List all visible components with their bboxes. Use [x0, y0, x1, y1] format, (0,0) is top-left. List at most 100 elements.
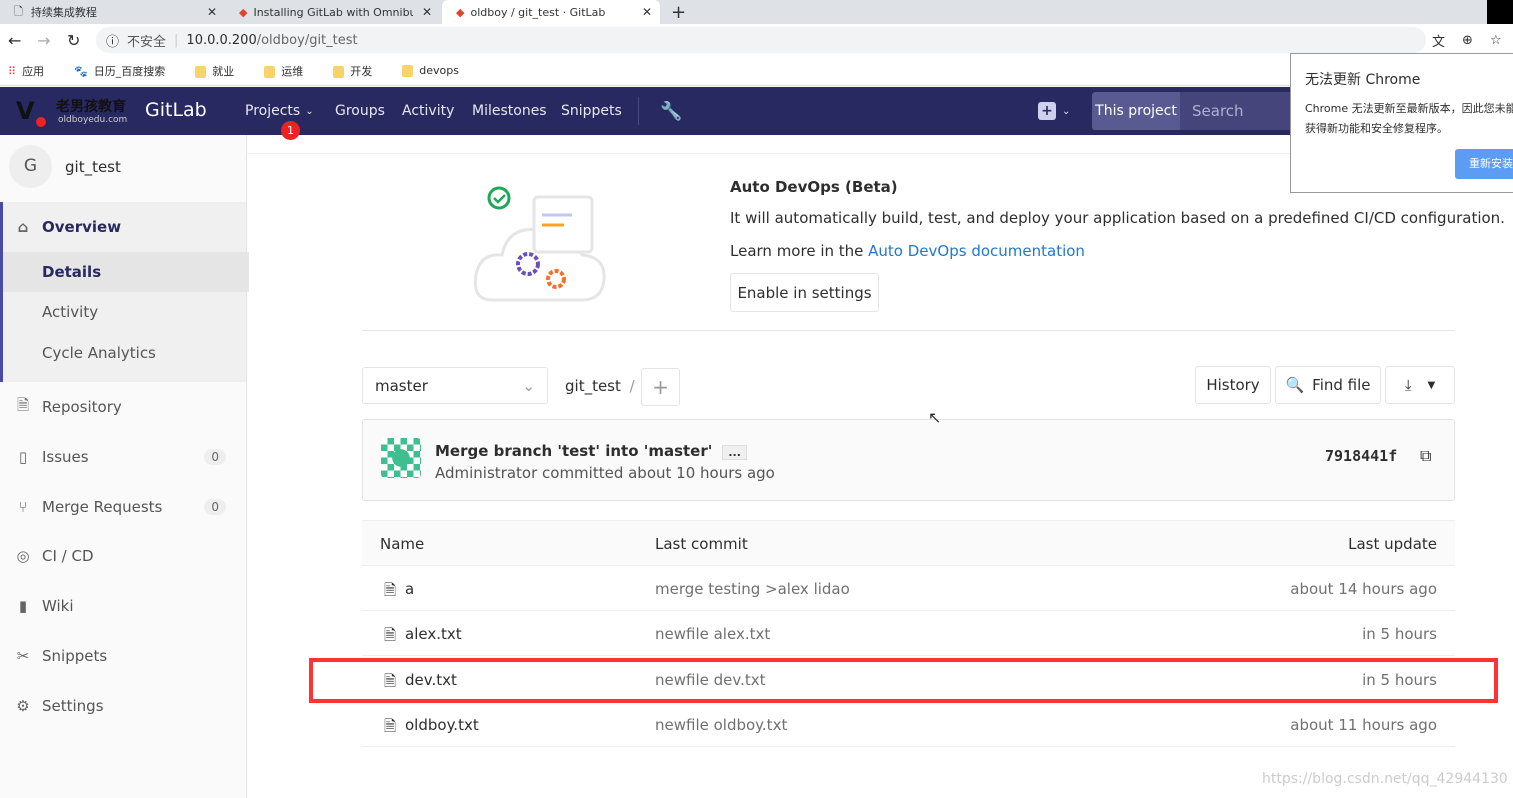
- table-row[interactable]: 🗎 oldboy.txt newfile oldboy.txt about 11 ho…: [362, 702, 1455, 747]
- zoom-icon[interactable]: ⊕: [1462, 33, 1473, 48]
- rocket-icon: ◎: [16, 547, 30, 565]
- reload-icon[interactable]: ↻: [67, 31, 80, 50]
- star-icon[interactable]: ☆: [1490, 33, 1502, 48]
- issues-icon: ▯: [18, 448, 28, 466]
- commit-avatar-icon: [381, 438, 421, 478]
- sidebar-item-repository[interactable]: 🗎 Repository: [0, 387, 246, 427]
- close-icon[interactable]: ✕: [642, 5, 652, 19]
- search-icon: 🔍: [1285, 376, 1305, 394]
- sidebar-item-snippets[interactable]: ✂ Snippets: [0, 636, 246, 676]
- url-input[interactable]: ⓘ 不安全 | 10.0.0.200/oldboy/git_test: [96, 27, 1426, 53]
- sidebar-item-activity[interactable]: Activity: [0, 292, 246, 332]
- wrench-icon[interactable]: 🔧: [660, 87, 682, 135]
- chevron-down-icon: ⌄: [305, 105, 314, 117]
- apps-icon: ⠿: [8, 64, 17, 78]
- watermark: https://blog.csdn.net/qq_42944130: [1262, 771, 1508, 787]
- address-bar: ← → ↻ ⓘ 不安全 | 10.0.0.200/oldboy/git_test…: [0, 24, 1513, 56]
- logo[interactable]: V 老男孩教育 oldboyedu.com: [12, 93, 137, 129]
- tab-0[interactable]: 🗋 持续集成教程 ✕: [0, 0, 225, 24]
- table-row[interactable]: 🗎 a merge testing >alex lidao about 14 hour…: [362, 566, 1455, 611]
- close-icon[interactable]: ✕: [422, 5, 432, 19]
- scissors-icon: ✂: [16, 647, 30, 665]
- folder-icon: [195, 65, 207, 78]
- doc-icon: 🗎: [16, 395, 30, 414]
- back-icon[interactable]: ←: [8, 31, 21, 50]
- folder-icon: [264, 65, 276, 78]
- breadcrumb: git_test /: [565, 377, 635, 395]
- devops-title: Auto DevOps (Beta): [730, 178, 898, 196]
- book-icon: ▮: [18, 597, 28, 615]
- highlight-box: [309, 658, 1498, 703]
- commit-title[interactable]: Merge branch 'test' into 'master': [435, 442, 712, 460]
- download-button[interactable]: ⤓ ▼: [1385, 366, 1455, 404]
- table-header: Name Last commit Last update: [362, 520, 1455, 566]
- sidebar-item-settings[interactable]: ⚙ Settings: [0, 686, 246, 726]
- enable-in-settings-button[interactable]: Enable in settings: [730, 273, 879, 312]
- merge-icon: ⑂: [18, 498, 28, 516]
- bookmark-apps[interactable]: ⠿ 应用: [8, 63, 56, 79]
- commit-sha[interactable]: 7918441f: [1325, 447, 1397, 465]
- caret-down-icon: ▼: [1427, 379, 1436, 391]
- bookmark-folder[interactable]: 开发: [333, 63, 384, 79]
- devops-docs-link[interactable]: Auto DevOps documentation: [868, 242, 1085, 260]
- bookmark-folder[interactable]: devops: [402, 64, 471, 77]
- nav-groups[interactable]: Groups: [335, 87, 385, 135]
- plus-icon: +: [1038, 102, 1056, 120]
- sidebar: G git_test ⌂ Overview Details Activity Cy…: [0, 135, 249, 798]
- reinstall-button[interactable]: 重新安装: [1455, 149, 1513, 179]
- close-icon[interactable]: ✕: [207, 5, 217, 19]
- page-icon: 🗋: [14, 4, 23, 18]
- chevron-down-icon: ⌄: [1062, 105, 1071, 117]
- nav-milestones[interactable]: Milestones: [472, 87, 547, 135]
- sidebar-item-issues[interactable]: ▯ Issues 0: [0, 437, 246, 477]
- history-button[interactable]: History: [1195, 366, 1271, 404]
- chevron-down-icon: ⌄: [522, 376, 535, 395]
- projects-badge: 1: [281, 121, 300, 140]
- find-file-button[interactable]: 🔍 Find file: [1275, 366, 1381, 404]
- commit-expand-button[interactable]: ...: [722, 445, 747, 460]
- sidebar-item-cycle-analytics[interactable]: Cycle Analytics: [0, 333, 246, 373]
- nav-projects[interactable]: Projects ⌄: [245, 87, 314, 135]
- commit-meta: Administrator committed about 10 hours a…: [435, 464, 775, 482]
- gitlab-icon: ◆: [456, 5, 465, 19]
- folder-icon: [333, 65, 345, 78]
- devops-learn-more: Learn more in the Auto DevOps documentat…: [730, 242, 1085, 260]
- search-scope[interactable]: This project: [1092, 92, 1180, 130]
- logo-dot: [36, 117, 46, 127]
- copy-icon[interactable]: ⧉: [1420, 446, 1431, 466]
- sidebar-item-merge-requests[interactable]: ⑂ Merge Requests 0: [0, 487, 246, 527]
- tab-1[interactable]: ◆ Installing GitLab with Omnibus ✕: [225, 0, 440, 24]
- bookmark-baidu[interactable]: 🐾 日历_百度搜索: [74, 63, 177, 79]
- folder-icon: [402, 65, 414, 77]
- table-row[interactable]: 🗎 alex.txt newfile alex.txt in 5 hours: [362, 611, 1455, 656]
- sidebar-item-details[interactable]: Details: [3, 252, 249, 292]
- gitlab-header: V 老男孩教育 oldboyedu.com GitLab Projects ⌄ 1…: [0, 87, 1513, 140]
- sidebar-item-ci-cd[interactable]: ◎ CI / CD: [0, 536, 246, 576]
- file-icon: 🗎: [384, 717, 397, 735]
- tab-2[interactable]: ◆ oldboy / git_test · GitLab ✕: [442, 0, 660, 24]
- bookmark-folder[interactable]: 运维: [264, 63, 315, 79]
- translate-icon[interactable]: 文: [1432, 31, 1445, 50]
- sidebar-item-wiki[interactable]: ▮ Wiki: [0, 586, 246, 626]
- add-file-button[interactable]: +: [641, 368, 680, 406]
- mouse-cursor-icon: ↖: [928, 408, 942, 427]
- brand[interactable]: GitLab: [145, 99, 207, 121]
- nav-activity[interactable]: Activity: [402, 87, 454, 135]
- sidebar-item-overview[interactable]: ⌂ Overview: [0, 207, 246, 247]
- file-icon: 🗎: [384, 581, 397, 599]
- forward-icon[interactable]: →: [37, 31, 50, 50]
- avatar: G: [9, 145, 52, 188]
- home-icon: ⌂: [17, 218, 29, 236]
- baidu-icon: 🐾: [74, 64, 88, 78]
- file-icon: 🗎: [384, 626, 397, 644]
- bookmark-folder[interactable]: 就业: [195, 63, 246, 79]
- project-name[interactable]: git_test: [65, 158, 121, 176]
- window-control[interactable]: [1487, 0, 1513, 24]
- logo-mark: V: [16, 97, 35, 125]
- branch-select[interactable]: master ⌄: [362, 367, 548, 404]
- nav-snippets[interactable]: Snippets: [561, 87, 622, 135]
- new-dropdown[interactable]: + ⌄: [1038, 87, 1070, 135]
- breadcrumb-project[interactable]: git_test: [565, 377, 621, 395]
- new-tab-button[interactable]: +: [665, 0, 695, 24]
- gitlab-icon: ◆: [239, 5, 248, 19]
